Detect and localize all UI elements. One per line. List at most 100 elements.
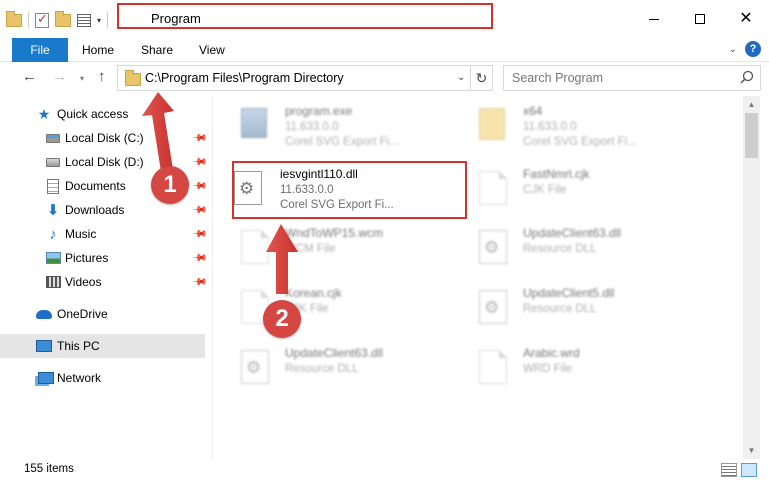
zip-folder-icon [479, 108, 509, 144]
customize-toolbar-chevron-icon[interactable]: ▾ [97, 16, 101, 25]
scrollbar-thumb[interactable] [745, 113, 758, 158]
expand-ribbon-chevron-icon[interactable]: ⌄ [729, 44, 737, 55]
pin-icon[interactable]: 📌 [191, 178, 208, 195]
file-item[interactable]: WndToWP15.wcm WCM File [221, 226, 451, 276]
file-name: FastNmrl.cjk [523, 167, 590, 181]
pin-icon[interactable]: 📌 [191, 130, 208, 147]
star-icon: ★ [37, 105, 51, 122]
downloads-icon: ⬇ [46, 202, 60, 219]
sidebar-item-label: Downloads [65, 203, 125, 217]
properties-list-icon[interactable] [77, 13, 91, 27]
tab-file[interactable]: File [12, 38, 68, 62]
search-box[interactable] [503, 65, 761, 91]
file-detail: 11.633.0.0 [523, 121, 577, 133]
file-detail: Corel SVG Export Fi... [285, 136, 399, 148]
sidebar-item-label: Videos [65, 275, 102, 289]
sidebar-item-local-disk-c[interactable]: Local Disk (C:) 📌 [0, 126, 208, 150]
file-detail: WCM File [285, 243, 336, 255]
file-name: UpdateClient63.dll [285, 346, 384, 360]
tab-home[interactable]: Home [82, 38, 114, 62]
file-detail: Resource DLL [285, 363, 359, 375]
pin-icon[interactable]: 📌 [191, 202, 208, 219]
forward-arrow-icon[interactable]: → [52, 68, 67, 85]
refresh-icon[interactable]: ↻ [470, 66, 492, 90]
file-item[interactable]: ⚙ UpdateClient63.dll Resource DLL [221, 346, 451, 396]
onedrive-icon [36, 306, 52, 322]
address-bar[interactable]: C:\Program Files\Program Directory ⌄ ↻ [117, 65, 493, 91]
videos-icon [45, 274, 61, 290]
sidebar-item-label: Network [57, 371, 102, 385]
sidebar-item-quick-access[interactable]: ★ Quick access [0, 102, 205, 126]
ribbon-right-controls: ⌄ ? [729, 41, 761, 57]
properties-check-icon[interactable] [35, 11, 49, 28]
scroll-down-arrow-icon[interactable]: ▼ [743, 442, 760, 459]
sidebar-item-network[interactable]: Network [0, 366, 205, 390]
navigation-bar: ← → ▾ ↑ C:\Program Files\Program Directo… [0, 62, 769, 94]
pin-icon[interactable]: 📌 [191, 154, 208, 171]
help-icon[interactable]: ? [745, 41, 761, 57]
status-bar: 155 items [0, 459, 769, 481]
file-name: x64 [523, 104, 543, 118]
local-disk-icon [45, 130, 61, 146]
sidebar-item-videos[interactable]: Videos 📌 [0, 270, 208, 294]
navigation-pane: ★ Quick access Local Disk (C:) 📌 Local D… [0, 96, 212, 459]
network-icon [38, 370, 54, 386]
dll-gear-icon: ⚙ [479, 290, 509, 326]
up-arrow-icon[interactable]: ↑ [98, 68, 106, 85]
generic-file-icon [479, 171, 509, 207]
sidebar-item-label: Documents [65, 179, 126, 193]
recent-locations-chevron-icon[interactable]: ▾ [80, 74, 84, 83]
pin-icon[interactable]: 📌 [191, 226, 208, 243]
file-item[interactable]: ⚙ UpdateClient5.dll Resource DLL [459, 286, 689, 336]
file-detail: CJK File [523, 184, 567, 196]
address-dropdown-chevron-icon[interactable]: ⌄ [457, 72, 465, 83]
search-input[interactable] [512, 67, 732, 89]
file-item[interactable]: Arabic.wrd WRD File [459, 346, 689, 396]
sidebar-item-label: Local Disk (C:) [65, 131, 144, 145]
file-name: Korean.cjk [285, 286, 342, 300]
file-item[interactable]: ⚙ UpdateClient63.dll Resource DLL [459, 226, 689, 276]
close-icon: ✕ [739, 10, 753, 27]
pin-icon[interactable]: 📌 [191, 250, 208, 267]
file-item[interactable]: FastNmrl.cjk CJK File [459, 167, 689, 217]
sidebar-item-this-pc[interactable]: This PC [0, 334, 205, 358]
sidebar-item-label: Music [65, 227, 97, 241]
dll-gear-icon: ⚙ [479, 230, 509, 266]
file-item[interactable]: Korean.cjk CJK File [221, 286, 451, 336]
new-folder-icon[interactable] [55, 10, 71, 27]
close-button[interactable]: ✕ [723, 0, 769, 38]
view-toggle [721, 463, 757, 477]
file-name: program.exe [285, 104, 353, 118]
search-icon[interactable] [740, 70, 754, 84]
folder-icon [125, 70, 141, 86]
quick-access-toolbar: ▾ [6, 10, 109, 30]
minimize-button[interactable] [631, 0, 677, 38]
back-arrow-icon[interactable]: ← [22, 68, 37, 85]
toolbar-separator [107, 12, 109, 28]
folder-icon[interactable] [6, 10, 22, 27]
sidebar-item-music[interactable]: ♪ Music 📌 [0, 222, 208, 246]
scroll-up-arrow-icon[interactable]: ▲ [743, 96, 760, 113]
pin-icon[interactable]: 📌 [191, 274, 208, 291]
sidebar-item-onedrive[interactable]: OneDrive [0, 302, 205, 326]
file-item[interactable]: x64 11.633.0.0 Corel SVG Export Fi... [459, 104, 689, 154]
tab-share[interactable]: Share [141, 38, 173, 62]
music-icon: ♪ [49, 225, 57, 243]
file-item[interactable]: program.exe 11.633.0.0 Corel SVG Export … [221, 104, 451, 154]
maximize-button[interactable] [677, 0, 723, 38]
file-detail: Corel SVG Export Fi... [523, 136, 637, 148]
this-pc-icon [36, 338, 52, 354]
window-title: Program [151, 11, 201, 26]
sidebar-item-label: OneDrive [57, 307, 108, 321]
file-detail: WRD File [523, 363, 573, 375]
vertical-scrollbar[interactable]: ▲ ▼ [743, 96, 760, 459]
details-view-icon[interactable] [721, 463, 737, 477]
callout-badge-2: 2 [263, 300, 301, 338]
tab-view[interactable]: View [199, 38, 225, 62]
local-disk-icon [45, 154, 61, 170]
large-icons-view-icon[interactable] [741, 463, 757, 477]
generic-file-icon [241, 230, 271, 266]
file-highlight-box [232, 161, 467, 219]
sidebar-item-pictures[interactable]: Pictures 📌 [0, 246, 208, 270]
address-path[interactable]: C:\Program Files\Program Directory [145, 71, 344, 85]
